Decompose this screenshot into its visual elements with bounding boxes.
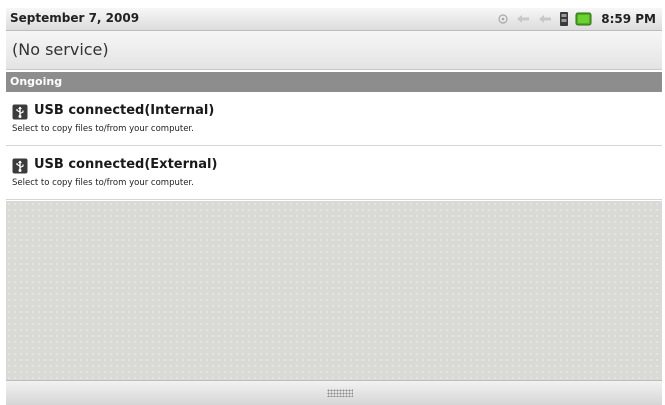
battery-icon (575, 12, 593, 26)
status-clock: 8:59 PM (601, 12, 656, 26)
notification-usb-internal[interactable]: USB connected(Internal) Select to copy f… (6, 93, 662, 146)
status-bar: September 7, 2009 8:59 PM (6, 8, 662, 31)
status-date: September 7, 2009 (10, 11, 140, 25)
notification-panel: September 7, 2009 8:59 PM (No service) O… (0, 0, 665, 405)
usb-icon (497, 13, 509, 25)
signal-arrows-icon (537, 13, 553, 25)
grip-icon (327, 389, 353, 397)
usb-notification-icon (12, 158, 28, 174)
service-text: (No service) (12, 40, 109, 59)
empty-notification-area (6, 201, 662, 380)
notification-subtitle: Select to copy files to/from your comput… (12, 124, 194, 134)
service-status: (No service) (6, 31, 662, 70)
usb-notification-icon (12, 104, 28, 120)
status-icons: 8:59 PM (497, 10, 656, 28)
sd-card-icon (559, 11, 569, 27)
panel-drag-handle[interactable] (6, 380, 662, 405)
notification-subtitle: Select to copy files to/from your comput… (12, 178, 194, 188)
notification-title: USB connected(Internal) (34, 103, 215, 118)
ongoing-header: Ongoing (6, 72, 662, 92)
notification-title: USB connected(External) (34, 157, 218, 172)
ongoing-label: Ongoing (10, 75, 63, 88)
notification-usb-external[interactable]: USB connected(External) Select to copy f… (6, 147, 662, 200)
signal-arrows-icon (515, 13, 531, 25)
